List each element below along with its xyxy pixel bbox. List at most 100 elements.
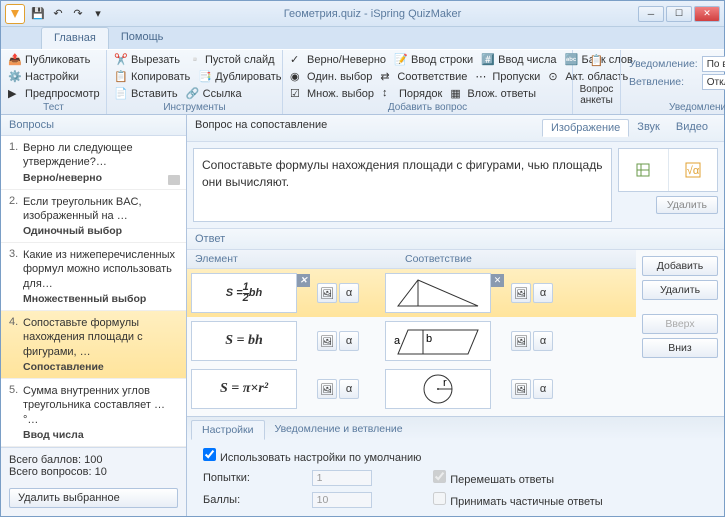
maximize-button[interactable]: ☐ xyxy=(666,6,692,22)
shuffle-checkbox[interactable]: Перемешать ответы xyxy=(433,470,646,486)
total-questions: Всего вопросов: 10 xyxy=(9,466,178,478)
add-image-icon[interactable]: 🖼 xyxy=(317,379,337,399)
notif-select[interactable]: По вопросу xyxy=(702,56,725,72)
answer-header: Ответ xyxy=(187,229,724,250)
group-addq-label: Добавить вопрос xyxy=(283,102,572,113)
svg-text:a: a xyxy=(394,335,401,347)
delete-selected-button[interactable]: Удалить выбранное xyxy=(9,488,178,508)
shape-parallelogram[interactable]: ab xyxy=(385,321,491,361)
answer-row[interactable]: S = π×r² 🖼α r 🖼α xyxy=(187,365,636,413)
branch-label: Ветвление: xyxy=(629,76,698,88)
camera-icon xyxy=(168,175,180,185)
formula-icon[interactable]: α xyxy=(339,283,359,303)
question-item[interactable]: 2.Если треугольник BAC, изображенный на … xyxy=(1,190,186,244)
answer-row[interactable]: S = bh 🖼α ab 🖼α xyxy=(187,317,636,365)
formula-box[interactable]: S = 12bh✕ xyxy=(191,273,297,313)
points-label: Баллы: xyxy=(203,494,294,506)
question-item[interactable]: 5.Сумма внутренних углов треугольника со… xyxy=(1,379,186,447)
col-element: Элемент xyxy=(187,250,397,268)
publish-button[interactable]: 📤Публиковать xyxy=(5,52,93,68)
duplicate-button[interactable]: 📑Дублировать xyxy=(195,69,284,85)
formula-box[interactable]: S = π×r² xyxy=(191,369,297,409)
formula-icon[interactable]: α xyxy=(533,331,553,351)
paste-button[interactable]: 📄Вставить xyxy=(111,86,181,102)
qat-undo[interactable]: ↶ xyxy=(49,5,67,23)
remove-icon[interactable]: ✕ xyxy=(297,274,310,287)
textinput-button[interactable]: 📝Ввод строки xyxy=(391,52,476,68)
window-title: Геометрия.quiz - iSpring QuizMaker xyxy=(107,8,638,20)
question-item[interactable]: 4.Сопоставьте формулы нахождения площади… xyxy=(1,311,186,379)
add-answer-button[interactable]: Добавить xyxy=(642,256,718,276)
shape-circle[interactable]: r xyxy=(385,369,491,409)
group-test-label: Тест xyxy=(1,102,106,113)
preview-button[interactable]: ▶Предпросмотр xyxy=(5,86,103,102)
tab-help[interactable]: Помощь xyxy=(109,27,176,49)
close-button[interactable]: ✕ xyxy=(694,6,720,22)
move-up-button[interactable]: Вверх xyxy=(642,314,718,334)
formula-icon[interactable]: α xyxy=(339,331,359,351)
formula-box[interactable]: S = bh xyxy=(191,321,297,361)
delete-answer-button[interactable]: Удалить xyxy=(642,280,718,300)
settings-tab[interactable]: Настройки xyxy=(191,420,265,440)
col-match: Соответствие xyxy=(397,250,636,268)
move-down-button[interactable]: Вниз xyxy=(642,338,718,358)
qat-redo[interactable]: ↷ xyxy=(69,5,87,23)
truefalse-button[interactable]: ✓Верно/Неверно xyxy=(287,52,389,68)
nested-button[interactable]: ▦Влож. ответы xyxy=(447,86,539,102)
qat-more[interactable]: ▾ xyxy=(89,5,107,23)
svg-text:b: b xyxy=(426,333,432,345)
link-button[interactable]: 🔗Ссылка xyxy=(183,86,245,102)
partial-checkbox[interactable]: Принимать частичные ответы xyxy=(433,492,646,508)
media-tab-sound[interactable]: Звук xyxy=(629,119,668,137)
attempts-label: Попытки: xyxy=(203,472,294,484)
media-preview: √α xyxy=(618,148,718,192)
add-image-icon[interactable]: 🖼 xyxy=(317,331,337,351)
single-button[interactable]: ◉Один. выбор xyxy=(287,69,375,85)
media-delete-button[interactable]: Удалить xyxy=(656,196,718,214)
multiple-button[interactable]: ☑Множ. выбор xyxy=(287,86,377,102)
question-item[interactable]: 3.Какие из нижеперечисленных формул можн… xyxy=(1,243,186,311)
matching-button[interactable]: ⇄Соответствие xyxy=(377,69,470,85)
svg-text:r: r xyxy=(443,377,447,389)
group-notif-label: Уведомление xyxy=(621,102,725,113)
branch-select[interactable]: Отключено xyxy=(702,74,725,90)
media-tab-video[interactable]: Видео xyxy=(668,119,716,137)
shape-triangle[interactable]: ✕ xyxy=(385,273,491,313)
gaps-button[interactable]: ⋯Пропуски xyxy=(472,69,543,85)
settings-button[interactable]: ⚙️Настройки xyxy=(5,69,82,85)
add-image-icon[interactable]: 🖼 xyxy=(511,283,531,303)
cut-button[interactable]: ✂️Вырезать xyxy=(111,52,183,68)
question-list[interactable]: 1.Верно ли следующее утверждение?…Верно/… xyxy=(1,136,186,447)
tab-main[interactable]: Главная xyxy=(41,27,109,49)
add-image-icon[interactable] xyxy=(619,149,669,191)
add-image-icon[interactable]: 🖼 xyxy=(511,379,531,399)
survey-button[interactable]: 📋 Вопрос анкеты xyxy=(577,52,616,108)
formula-icon[interactable]: √α xyxy=(669,149,718,191)
qat-save[interactable]: 💾 xyxy=(29,5,47,23)
use-default-checkbox[interactable]: Использовать настройки по умолчанию xyxy=(203,452,421,464)
formula-icon[interactable]: α xyxy=(339,379,359,399)
question-item[interactable]: 1.Верно ли следующее утверждение?…Верно/… xyxy=(1,136,186,190)
total-score: Всего баллов: 100 xyxy=(9,454,178,466)
app-logo[interactable] xyxy=(5,4,25,24)
svg-text:√α: √α xyxy=(687,165,700,177)
points-input[interactable] xyxy=(312,492,372,508)
numinput-button[interactable]: #️⃣Ввод числа xyxy=(478,52,559,68)
answer-row[interactable]: S = 12bh✕ 🖼α ✕ 🖼α xyxy=(187,269,636,317)
content-header: Вопрос на сопоставление xyxy=(195,119,327,137)
add-image-icon[interactable]: 🖼 xyxy=(511,331,531,351)
sidebar-header: Вопросы xyxy=(1,115,186,136)
order-button[interactable]: ↕Порядок xyxy=(379,86,445,102)
formula-icon[interactable]: α xyxy=(533,283,553,303)
remove-icon[interactable]: ✕ xyxy=(491,274,504,287)
copy-button[interactable]: 📋Копировать xyxy=(111,69,193,85)
media-tab-image[interactable]: Изображение xyxy=(542,119,629,137)
blank-slide-button[interactable]: ▫️Пустой слайд xyxy=(185,52,278,68)
group-tools-label: Инструменты xyxy=(107,102,282,113)
question-text[interactable]: Сопоставьте формулы нахождения площади с… xyxy=(193,148,612,222)
attempts-input[interactable] xyxy=(312,470,372,486)
add-image-icon[interactable]: 🖼 xyxy=(317,283,337,303)
minimize-button[interactable]: ─ xyxy=(638,6,664,22)
branching-tab[interactable]: Уведомление и ветвление xyxy=(265,420,413,440)
formula-icon[interactable]: α xyxy=(533,379,553,399)
